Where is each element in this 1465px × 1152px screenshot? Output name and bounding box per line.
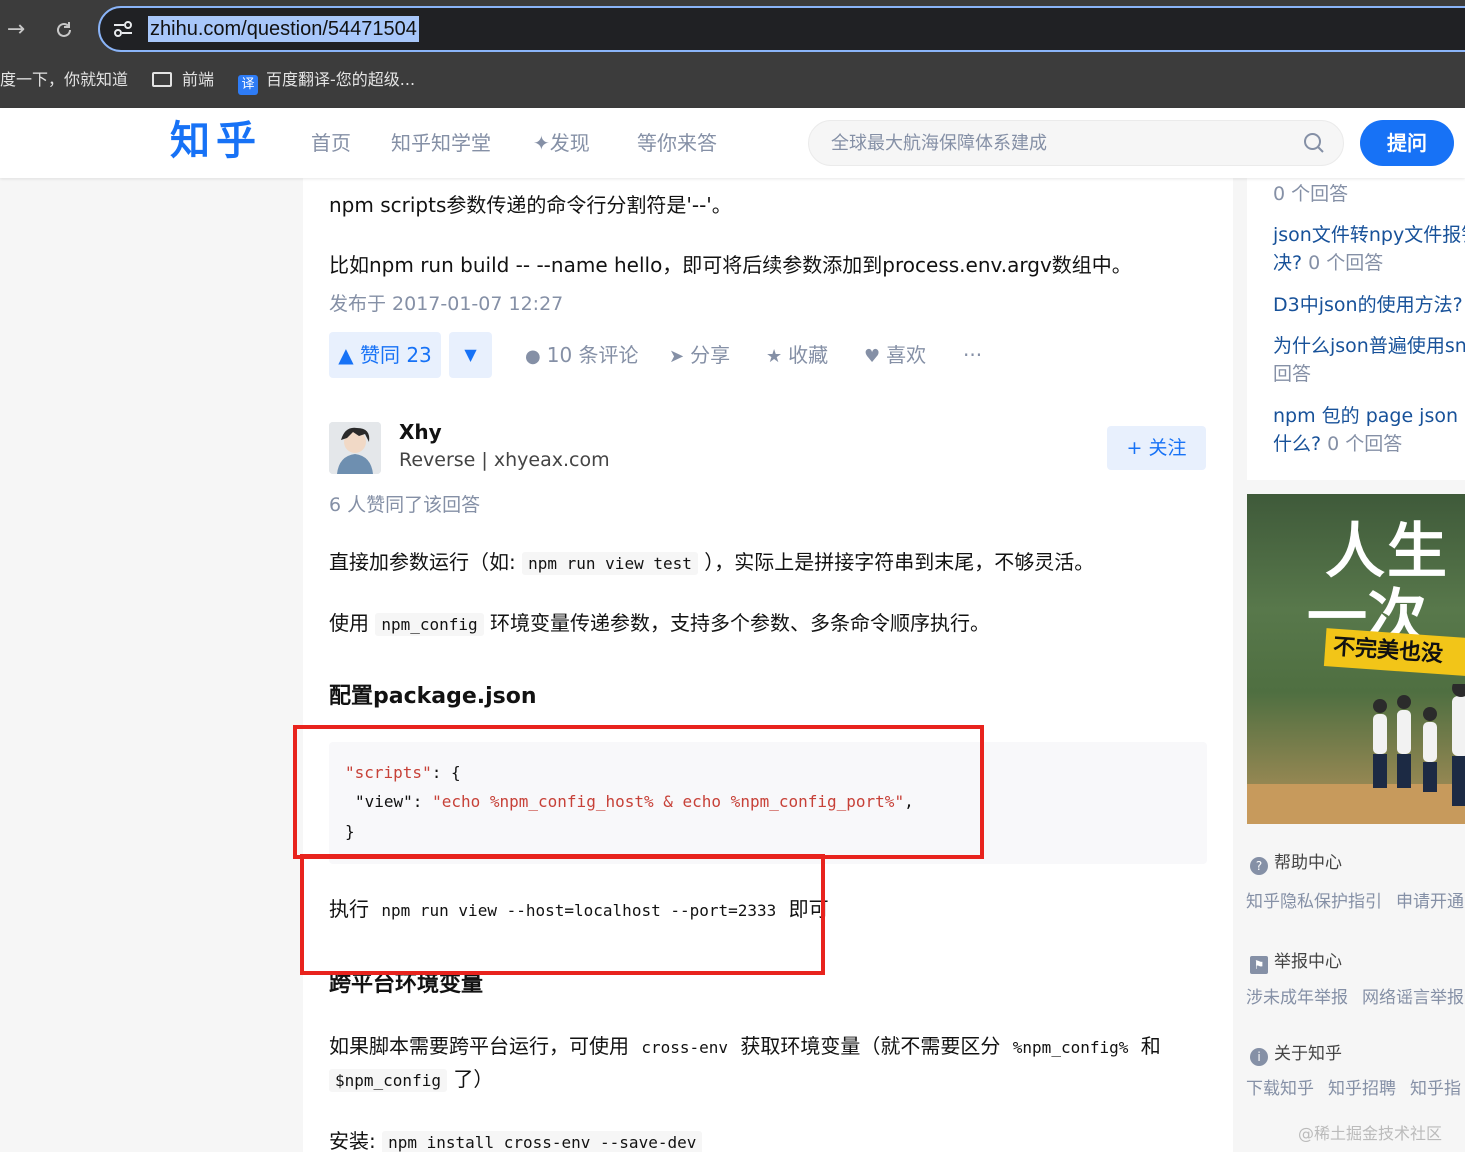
folder-icon xyxy=(152,72,172,87)
footer-links: 涉未成年举报 网络谣言举报 xyxy=(1246,985,1465,1011)
answer-text-line: 比如npm run build -- --name hello，即可将后续参数添… xyxy=(329,253,1132,277)
footer-links: 下载知乎 知乎招聘 知乎指 xyxy=(1246,1076,1465,1102)
footer-link[interactable]: 知乎隐私保护指引 xyxy=(1246,892,1382,912)
site-header: 知乎 首页 知乎知学堂 ✦发现 等你来答 全球最大航海保障体系建成 提问 xyxy=(0,108,1465,178)
info-icon: i xyxy=(1250,1048,1268,1066)
search-icon[interactable] xyxy=(1303,132,1325,154)
section-heading: 配置package.json xyxy=(329,684,537,709)
posted-time: 发布于 2017-01-07 12:27 xyxy=(329,293,564,315)
author-name[interactable]: Xhy xyxy=(399,418,442,446)
bookmark-folder-frontend[interactable]: 前端 xyxy=(152,68,214,92)
comments-button[interactable]: ● 10 条评论 xyxy=(525,340,639,372)
fanyi-icon: 译 xyxy=(238,75,258,95)
annotation-box xyxy=(300,854,825,975)
related-question-link[interactable]: D3中json的使用方法? xyxy=(1273,291,1463,319)
answer-count: 0 个回答 xyxy=(1273,183,1349,205)
flag-icon: ⚑ xyxy=(1250,956,1268,974)
collect-button[interactable]: ★ 收藏 xyxy=(766,340,828,372)
inline-code: cross-env xyxy=(635,1036,735,1059)
share-icon: ➤ xyxy=(669,346,685,367)
url-text[interactable]: zhihu.com/question/54471504 xyxy=(148,16,419,42)
footer-link[interactable]: 网络谣言举报 xyxy=(1362,988,1464,1008)
inline-code: npm install cross-env --save-dev xyxy=(382,1131,703,1152)
follow-button[interactable]: + 关注 xyxy=(1107,426,1206,470)
answer-paragraph: 直接加参数运行（如: npm run view test ），实际上是拼接字符串… xyxy=(329,550,1095,575)
ask-button[interactable]: 提问 xyxy=(1360,120,1454,166)
browser-toolbar: → zhihu.com/question/54471504 度一下，你就知道 前… xyxy=(0,0,1465,108)
nav-discover[interactable]: ✦发现 xyxy=(533,129,590,157)
advertisement-banner[interactable]: 人生 一次 不完美也没 xyxy=(1247,494,1465,824)
reload-icon[interactable] xyxy=(48,14,80,46)
report-center-link[interactable]: ⚑ 举报中心 xyxy=(1250,949,1342,975)
answer-paragraph: 安装: npm install cross-env --save-dev xyxy=(329,1126,703,1152)
related-question-link[interactable]: npm 包的 page json s xyxy=(1273,402,1465,430)
footer-link[interactable]: 申请开通 xyxy=(1396,892,1464,912)
answer-paragraph: $npm_config 了） xyxy=(329,1064,493,1096)
nav-waiting-answers[interactable]: 等你来答 xyxy=(637,129,717,157)
related-question-link[interactable]: 为什么json普遍使用snake xyxy=(1273,332,1465,360)
likes-note: 6 人赞同了该回答 xyxy=(329,494,481,516)
bookmarks-bar: 度一下，你就知道 前端 译百度翻译-您的超级... xyxy=(0,62,1465,98)
search-placeholder: 全球最大航海保障体系建成 xyxy=(831,133,1047,154)
upvote-button[interactable]: ▲ 赞同 23 xyxy=(329,332,441,378)
about-zhihu-link[interactable]: i 关于知乎 xyxy=(1250,1041,1342,1067)
watermark: @稀土掘金技术社区 xyxy=(1298,1124,1443,1143)
ad-tagline: 不完美也没 xyxy=(1323,628,1465,678)
related-question-link[interactable]: 什么? 0 个回答 xyxy=(1273,430,1402,458)
answer-paragraph: 如果脚本需要跨平台运行，可使用 cross-env 获取环境变量（就不需要区分 … xyxy=(329,1034,1161,1059)
address-bar[interactable]: zhihu.com/question/54471504 xyxy=(98,6,1465,52)
avatar[interactable] xyxy=(329,422,381,474)
footer-link[interactable]: 知乎招聘 xyxy=(1328,1079,1396,1099)
bookmark-baidu[interactable]: 度一下，你就知道 xyxy=(0,68,128,92)
answer-text-line: npm scripts参数传递的命令行分割符是'--'。 xyxy=(329,193,732,217)
author-bio: Reverse | xhyeax.com xyxy=(399,449,610,471)
inline-code: $npm_config xyxy=(329,1069,447,1092)
answer-card: npm scripts参数传递的命令行分割符是'--'。 比如npm run b… xyxy=(303,178,1233,1152)
annotation-box xyxy=(293,725,984,859)
inline-code: npm_config xyxy=(375,613,484,636)
like-button[interactable]: ♥ 喜欢 xyxy=(864,340,926,372)
site-info-icon[interactable] xyxy=(112,19,134,39)
downvote-button[interactable]: ▼ xyxy=(449,332,492,378)
help-icon: ? xyxy=(1250,857,1268,875)
ad-headline: 人生 xyxy=(1325,517,1449,587)
bookmark-baidu-fanyi[interactable]: 译百度翻译-您的超级... xyxy=(238,68,415,95)
footer-link[interactable]: 知乎指 xyxy=(1410,1079,1461,1099)
footer-link[interactable]: 涉未成年举报 xyxy=(1246,988,1348,1008)
search-input[interactable]: 全球最大航海保障体系建成 xyxy=(808,120,1344,166)
answer-paragraph: 使用 npm_config 环境变量传递参数，支持多个参数、多条命令顺序执行。 xyxy=(329,611,991,636)
students-illustration xyxy=(1247,684,1465,824)
related-questions-card: 0 个回答 json文件转npy文件报错 决? 0 个回答 D3中json的使用… xyxy=(1247,178,1465,480)
zhihu-logo[interactable]: 知乎 xyxy=(170,116,262,166)
more-button[interactable]: ··· xyxy=(963,340,982,370)
forward-arrow-icon[interactable]: → xyxy=(0,14,32,46)
inline-code: %npm_config% xyxy=(1006,1036,1135,1059)
comment-icon: ● xyxy=(525,346,541,367)
heart-icon: ♥ xyxy=(864,346,881,367)
answer-count: 回答 xyxy=(1273,363,1312,385)
related-question-link[interactable]: 决? 0 个回答 xyxy=(1273,249,1383,277)
nav-zhixuetang[interactable]: 知乎知学堂 xyxy=(391,129,491,157)
help-center-link[interactable]: ? 帮助中心 xyxy=(1250,850,1342,876)
related-question-link[interactable]: json文件转npy文件报错 xyxy=(1273,221,1465,249)
inline-code: npm run view test xyxy=(522,552,698,575)
footer-link[interactable]: 下载知乎 xyxy=(1246,1079,1314,1099)
footer-links: 知乎隐私保护指引 申请开通 xyxy=(1246,889,1465,915)
nav-home[interactable]: 首页 xyxy=(311,129,351,157)
star-icon: ★ xyxy=(766,346,783,367)
share-button[interactable]: ➤ 分享 xyxy=(669,340,730,372)
